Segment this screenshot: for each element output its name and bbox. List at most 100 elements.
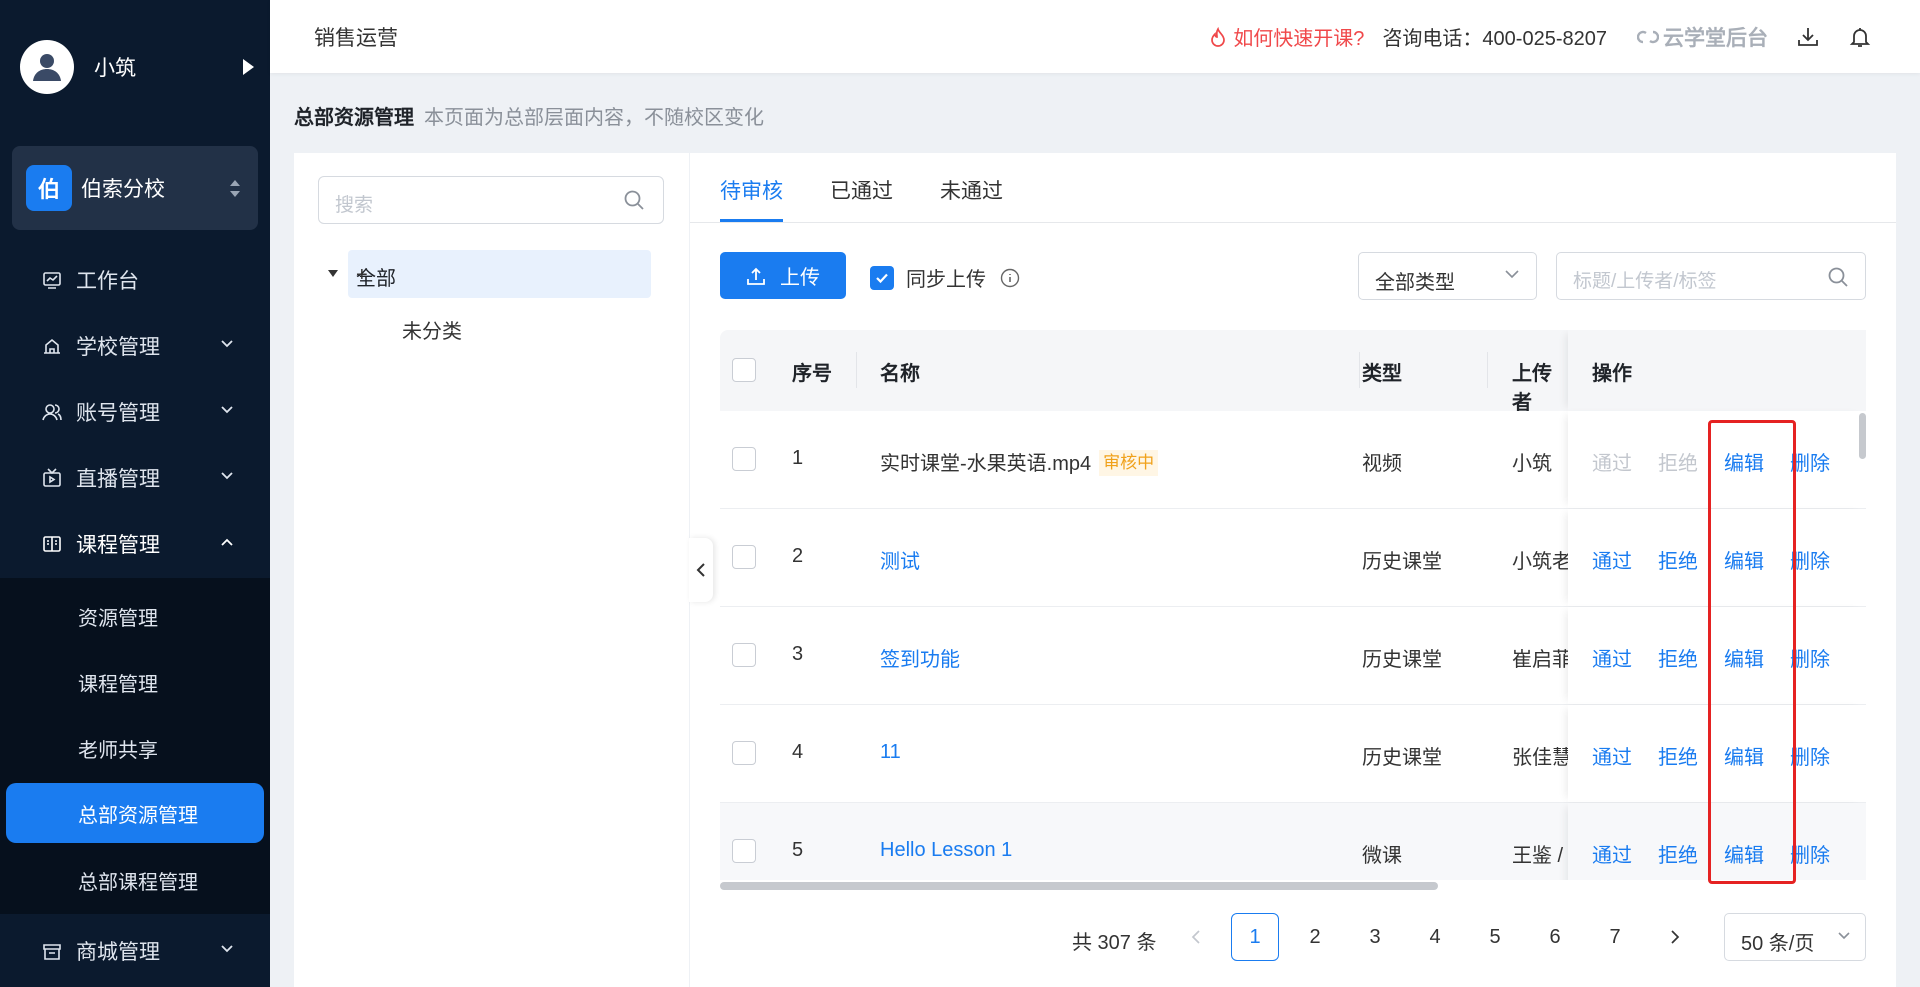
reject-button[interactable]: 拒绝	[1658, 643, 1698, 672]
submenu-item-teacher-share[interactable]: 老师共享	[0, 718, 270, 778]
row-name-link[interactable]: 测试	[880, 545, 920, 574]
user-menu[interactable]: 小筑	[20, 36, 260, 98]
row-name: 实时课堂-水果英语.mp4 审核中	[880, 447, 1159, 476]
reject-button[interactable]: 拒绝	[1658, 545, 1698, 574]
tree-node-all[interactable]: 全部 +	[348, 250, 651, 298]
tab-approved[interactable]: 已通过	[830, 175, 893, 205]
add-icon[interactable]: +	[356, 262, 637, 288]
page-note: 本页面为总部层面内容，不随校区变化	[424, 107, 764, 129]
sync-upload-checkbox[interactable]	[870, 265, 894, 290]
chevron-down-icon	[221, 406, 233, 414]
page-1[interactable]: 1	[1231, 913, 1279, 961]
download-icon[interactable]	[1796, 25, 1820, 49]
caret-down-icon[interactable]	[328, 270, 338, 277]
brand-link[interactable]: 云学堂后台	[1637, 22, 1768, 52]
tab-indicator	[720, 219, 783, 222]
nav-account[interactable]: 账号管理	[0, 379, 270, 445]
page-7[interactable]: 7	[1591, 913, 1639, 961]
row-name-link[interactable]: 11	[880, 741, 901, 764]
row-checkbox[interactable]	[732, 839, 756, 863]
select-all-checkbox[interactable]	[732, 358, 756, 382]
row-checkbox[interactable]	[732, 741, 756, 765]
tab-pending[interactable]: 待审核	[720, 175, 783, 205]
next-page-button[interactable]	[1651, 913, 1699, 961]
row-checkbox[interactable]	[732, 643, 756, 667]
header-name: 名称	[880, 363, 920, 385]
delete-button[interactable]: 删除	[1790, 741, 1830, 770]
collapse-panel-button[interactable]	[689, 538, 713, 602]
nav-label: 商城管理	[76, 941, 160, 964]
delete-button[interactable]: 删除	[1790, 643, 1830, 672]
search-icon[interactable]	[1827, 266, 1849, 288]
nav-label: 工作台	[76, 270, 139, 293]
school-switcher[interactable]: 伯 伯索分校	[12, 146, 258, 230]
chevron-down-icon	[1838, 932, 1850, 940]
tab-rejected[interactable]: 未通过	[940, 175, 1003, 205]
brand-logo-icon	[1637, 30, 1659, 43]
shop-icon	[43, 944, 61, 960]
top-bar: 销售运营 如何快速开课? 咨询电话：400-025-8207 云学堂后台	[270, 0, 1920, 73]
approve-button[interactable]: 通过	[1592, 839, 1632, 868]
top-title: 销售运营	[314, 27, 398, 50]
nav-shop[interactable]: 商城管理	[0, 918, 270, 984]
row-name-link[interactable]: 签到功能	[880, 643, 960, 672]
info-icon[interactable]	[1000, 268, 1020, 288]
page-size-select[interactable]: 50 条/页	[1724, 913, 1866, 961]
approve-button[interactable]: 通过	[1592, 545, 1632, 574]
search-icon[interactable]	[623, 189, 645, 211]
row-name-link[interactable]: Hello Lesson 1	[880, 839, 1012, 862]
chevron-down-icon	[221, 340, 233, 348]
status-tabs: 待审核 已通过 未通过	[690, 153, 1896, 223]
quick-start-link[interactable]: 如何快速开课?	[1209, 22, 1364, 51]
nav-live[interactable]: 直播管理	[0, 445, 270, 511]
type-select-value: 全部类型	[1375, 272, 1455, 294]
row-index: 4	[792, 741, 804, 763]
tree-node-uncategorized[interactable]: 未分类	[402, 315, 462, 344]
reject-button[interactable]: 拒绝	[1658, 447, 1698, 476]
approve-button[interactable]: 通过	[1592, 741, 1632, 770]
nav-school[interactable]: 学校管理	[0, 313, 270, 379]
row-checkbox[interactable]	[732, 545, 756, 569]
page-2[interactable]: 2	[1291, 913, 1339, 961]
nav-course[interactable]: 课程管理	[0, 511, 270, 577]
row-type: 历史课堂	[1362, 747, 1442, 769]
chevron-left-icon	[1191, 930, 1200, 944]
page-3[interactable]: 3	[1351, 913, 1399, 961]
chevron-left-icon	[696, 563, 705, 577]
submenu-item-course[interactable]: 课程管理	[0, 652, 270, 712]
live-icon	[43, 468, 61, 487]
upload-icon	[747, 267, 765, 285]
submenu-item-hq-resource[interactable]: 总部资源管理	[6, 783, 264, 843]
page-4[interactable]: 4	[1411, 913, 1459, 961]
nav-dashboard[interactable]: 工作台	[0, 247, 270, 313]
prev-page-button[interactable]	[1172, 913, 1220, 961]
expand-arrow-icon[interactable]	[243, 59, 254, 75]
school-icon	[44, 338, 60, 354]
delete-button[interactable]: 删除	[1790, 545, 1830, 574]
submenu-item-resource[interactable]: 资源管理	[0, 586, 270, 646]
keyword-search-input[interactable]: 标题/上传者/标签	[1556, 252, 1866, 300]
page-6[interactable]: 6	[1531, 913, 1579, 961]
page-title: 总部资源管理	[294, 107, 414, 129]
reject-button[interactable]: 拒绝	[1658, 741, 1698, 770]
bell-icon[interactable]	[1848, 25, 1872, 49]
vertical-scrollbar[interactable]	[1859, 413, 1866, 459]
avatar	[20, 40, 74, 94]
approve-button[interactable]: 通过	[1592, 643, 1632, 672]
delete-button[interactable]: 删除	[1790, 447, 1830, 476]
page-5[interactable]: 5	[1471, 913, 1519, 961]
horizontal-scrollbar[interactable]	[720, 882, 1438, 890]
approve-button[interactable]: 通过	[1592, 447, 1632, 476]
highlight-annotation	[1708, 420, 1796, 884]
reject-button[interactable]: 拒绝	[1658, 839, 1698, 868]
row-index: 2	[792, 545, 804, 567]
submenu-item-hq-course[interactable]: 总部课程管理	[0, 850, 270, 910]
row-checkbox[interactable]	[732, 447, 756, 471]
category-search-input[interactable]: 搜索	[318, 176, 664, 224]
table-header: 序号 名称 类型 上传者 操作	[720, 330, 1866, 411]
table-row: 4 11 历史课堂 张佳慧 通过 拒绝 编辑 删除	[720, 705, 1866, 803]
delete-button[interactable]: 删除	[1790, 839, 1830, 868]
header-ops: 操作	[1592, 363, 1632, 385]
upload-button[interactable]: 上传	[720, 252, 846, 299]
type-select[interactable]: 全部类型	[1358, 252, 1537, 300]
